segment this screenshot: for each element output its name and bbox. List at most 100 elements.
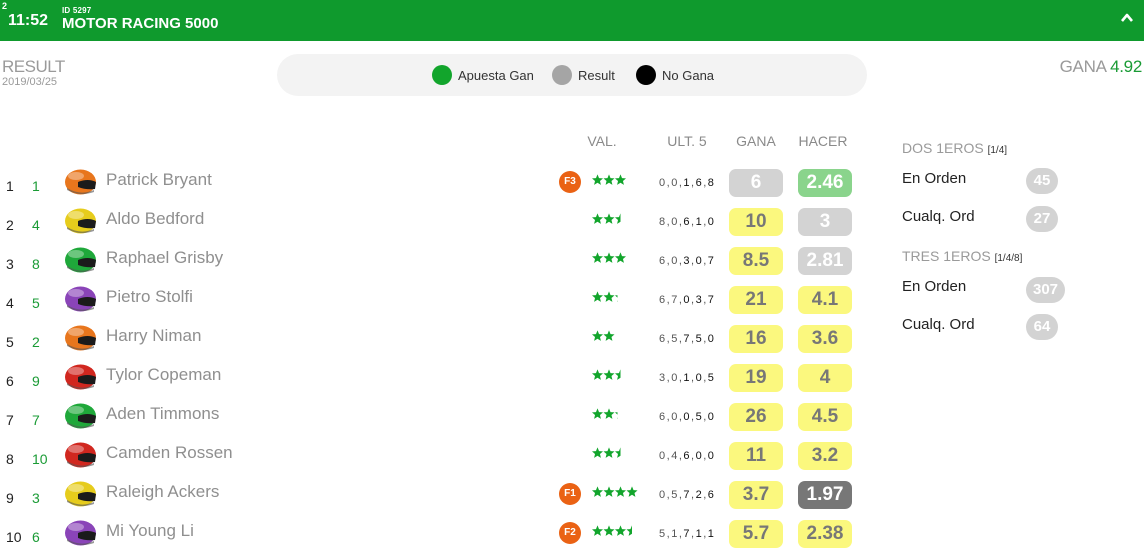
last5-digit: 1 (683, 177, 691, 189)
last5-digit: 5 (671, 489, 679, 501)
hacer-odds-button[interactable]: 3.6 (798, 325, 852, 353)
dos-primeros-sub: [1/4] (987, 145, 1008, 156)
tres-primeros-sub: [1/4/8] (994, 253, 1023, 264)
hacer-odds-button[interactable]: 2.46 (798, 169, 852, 197)
legend-dot-icon (432, 65, 452, 85)
favorite-badge: F2 (559, 522, 581, 544)
last5-digit: 1 (695, 528, 704, 540)
last-five-results: 6,7,0,3,7 (659, 294, 716, 306)
last5-digit: 5 (671, 333, 679, 345)
gana-odds-button[interactable]: 19 (729, 364, 783, 392)
table-row: 1 1 Patrick Bryant F3 0,0,1,6,8 6 2.46 (0, 166, 880, 205)
last5-digit: 7 (683, 528, 691, 540)
last5-digit: 0 (671, 216, 679, 228)
helmet-icon (65, 520, 96, 546)
gana-total-value: 4.92 (1110, 57, 1142, 76)
last5-digit: 6 (695, 177, 704, 189)
runner-number: 8 (32, 256, 40, 272)
last-five-results: 6,0,0,5,0 (659, 411, 716, 423)
runner-position: 4 (6, 295, 14, 311)
gana-odds-button[interactable]: 11 (729, 442, 783, 470)
column-header-val: VAL. (587, 133, 617, 149)
runner-number: 3 (32, 490, 40, 506)
legend-label: Result (578, 67, 615, 83)
gana-total: GANA 4.92 (1060, 57, 1143, 77)
dos-cualq-ord-odds[interactable]: 27 (1026, 206, 1058, 232)
result-date: 2019/03/25 (2, 76, 58, 88)
runner-position: 2 (6, 217, 14, 233)
column-header-ult5: ULT. 5 (667, 133, 707, 149)
rating-stars-icon (592, 525, 632, 536)
last5-digit: 0 (671, 177, 679, 189)
last-five-results: 3,0,1,0,5 (659, 372, 716, 384)
legend-bar: Apuesta Gan Result No Gana (277, 54, 867, 96)
last5-digit: 0 (659, 177, 667, 189)
helmet-icon (65, 286, 96, 312)
legend-item-apuesta-gan: Apuesta Gan (432, 65, 534, 85)
hacer-odds-button[interactable]: 2.81 (798, 247, 852, 275)
runner-position: 1 (6, 178, 14, 194)
rating-stars-icon (592, 252, 627, 263)
runner-name: Camden Rossen (106, 443, 233, 462)
table-row: 7 7 Aden Timmons 6,0,0,5,0 26 4.5 (0, 400, 880, 439)
hacer-odds-button[interactable]: 4.5 (798, 403, 852, 431)
last5-digit: 0 (683, 294, 691, 306)
table-row: 5 2 Harry Niman 6,5,7,5,0 16 3.6 (0, 322, 880, 361)
runner-name: Patrick Bryant (106, 170, 212, 189)
runner-position: 5 (6, 334, 14, 350)
table-row: 2 4 Aldo Bedford 8,0,6,1,0 10 3 (0, 205, 880, 244)
hacer-odds-button[interactable]: 2.38 (798, 520, 852, 548)
runner-number: 7 (32, 412, 40, 428)
tres-cualq-ord-odds[interactable]: 64 (1026, 314, 1058, 340)
last5-digit: 0 (659, 450, 667, 462)
last5-digit: 0 (671, 372, 679, 384)
race-header: 2 11:52 ID 5297 MOTOR RACING 5000 (0, 0, 1144, 41)
table-row: 6 9 Tylor Copeman 3,0,1,0,5 19 4 (0, 361, 880, 400)
helmet-icon (65, 247, 96, 273)
table-row: 8 10 Camden Rossen 0,4,6,0,0 11 3.2 (0, 439, 880, 478)
race-time: 11:52 (8, 12, 49, 29)
last5-digit: 7 (707, 294, 716, 306)
race-id: ID 5297 (62, 6, 92, 15)
legend-item-no-gana: No Gana (636, 65, 714, 85)
rating-stars-icon (592, 330, 615, 341)
last5-digit: 0 (707, 216, 716, 228)
last5-digit: 7 (683, 333, 691, 345)
hacer-odds-button[interactable]: 4 (798, 364, 852, 392)
runner-position: 6 (6, 373, 14, 389)
runner-number: 6 (32, 529, 40, 545)
last5-digit: 8 (659, 216, 667, 228)
favorite-badge: F1 (559, 483, 581, 505)
gana-odds-button[interactable]: 3.7 (729, 481, 783, 509)
runner-name: Raleigh Ackers (106, 482, 220, 501)
gana-odds-button[interactable]: 8.5 (729, 247, 783, 275)
last5-digit: 6 (683, 450, 691, 462)
dos-en-orden-odds[interactable]: 45 (1026, 168, 1058, 194)
helmet-icon (65, 364, 96, 390)
runner-number: 10 (32, 451, 48, 467)
hacer-odds-button[interactable]: 3 (798, 208, 852, 236)
gana-odds-button[interactable]: 16 (729, 325, 783, 353)
hacer-odds-button[interactable]: 3.2 (798, 442, 852, 470)
last5-digit: 0 (659, 489, 667, 501)
tres-en-orden-odds[interactable]: 307 (1026, 277, 1066, 303)
dos-primeros-title: DOS 1EROS [1/4] (902, 140, 1007, 156)
last5-digit: 8 (707, 177, 716, 189)
last5-digit: 0 (695, 450, 704, 462)
gana-odds-button[interactable]: 21 (729, 286, 783, 314)
hacer-odds-button[interactable]: 1.97 (798, 481, 852, 509)
gana-odds-button[interactable]: 5.7 (729, 520, 783, 548)
hacer-odds-button[interactable]: 4.1 (798, 286, 852, 314)
helmet-icon (65, 208, 96, 234)
runner-name: Harry Niman (106, 326, 202, 345)
gana-odds-button[interactable]: 26 (729, 403, 783, 431)
race-title: MOTOR RACING 5000 (62, 15, 219, 32)
runner-number: 5 (32, 295, 40, 311)
runner-number: 4 (32, 217, 40, 233)
gana-odds-button[interactable]: 10 (729, 208, 783, 236)
runner-name: Aldo Bedford (106, 209, 205, 228)
gana-odds-button[interactable]: 6 (729, 169, 783, 197)
chevron-up-icon[interactable] (1120, 11, 1134, 25)
last5-digit: 1 (671, 528, 679, 540)
table-row: 10 6 Mi Young Li F2 5,1,7,1,1 5.7 2.38 (0, 517, 880, 551)
